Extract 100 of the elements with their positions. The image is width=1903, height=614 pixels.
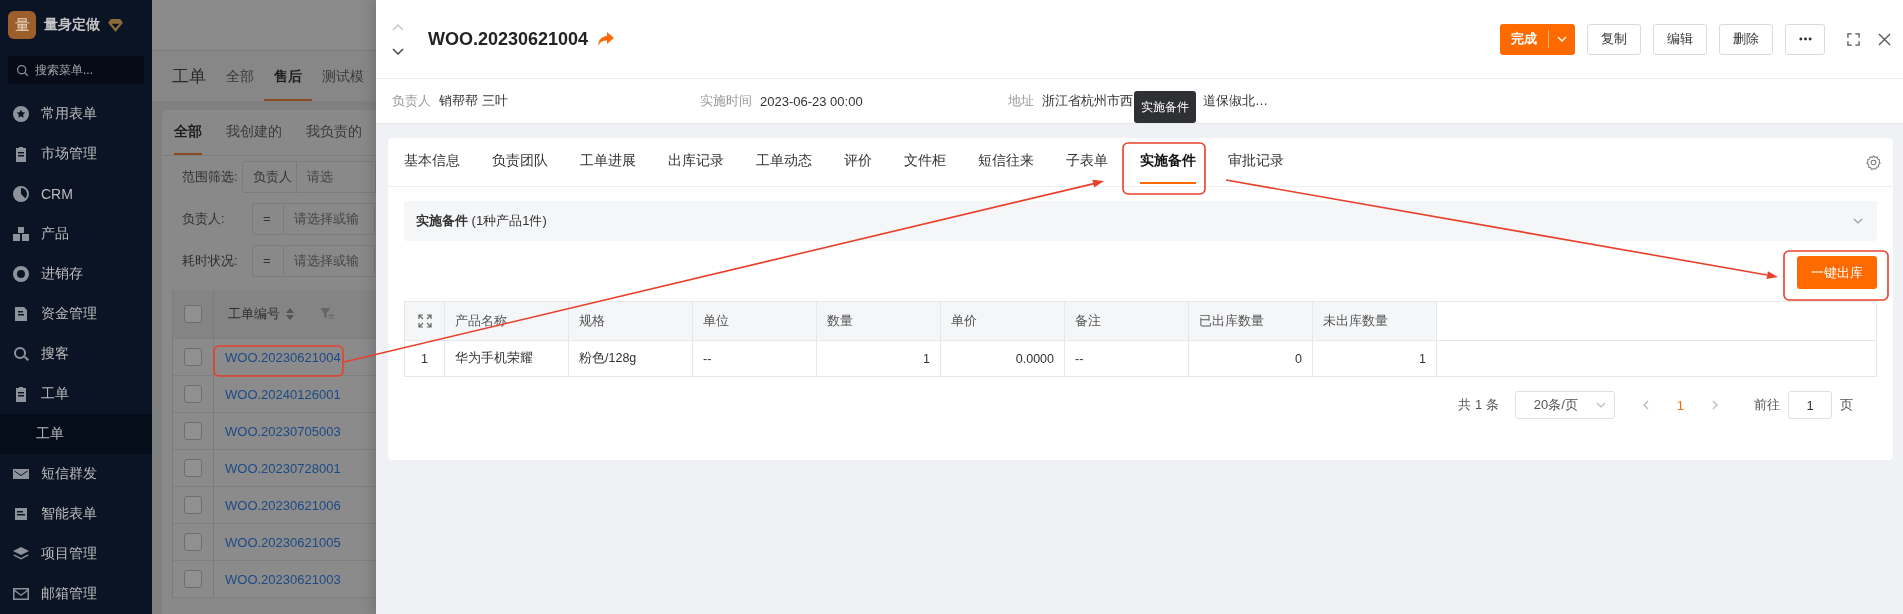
tab[interactable]: 售后 xyxy=(264,51,312,101)
tab[interactable]: 全部 xyxy=(174,110,202,155)
field-value: 浙江省杭州市西 xyxy=(1042,92,1133,110)
checkbox[interactable] xyxy=(184,570,202,588)
search-icon xyxy=(16,64,29,77)
menu-item[interactable]: 工单 xyxy=(0,374,152,414)
menu-item[interactable]: 智能表单 xyxy=(0,494,152,534)
clipboard-icon xyxy=(13,146,29,162)
chevron-down-icon[interactable] xyxy=(392,47,404,56)
checkbox[interactable] xyxy=(184,496,202,514)
menu-search-field[interactable]: 搜索菜单... xyxy=(8,56,144,84)
menu-item[interactable]: 市场管理 xyxy=(0,134,152,174)
total-count: 共 1 条 xyxy=(1458,396,1499,414)
brand-logo: 量 xyxy=(8,11,36,39)
caret-icon[interactable] xyxy=(1557,36,1567,42)
next-page-icon[interactable] xyxy=(1712,400,1718,410)
action-button[interactable]: 删除 xyxy=(1719,23,1773,55)
checkbox[interactable] xyxy=(184,305,202,323)
tooltip: 实施备件 xyxy=(1134,91,1196,123)
field-value: 销帮帮 三叶 xyxy=(439,92,508,110)
tab[interactable]: 子表单 xyxy=(1050,138,1124,186)
field-label: 地址 xyxy=(1008,92,1034,110)
menu-item[interactable]: CRM xyxy=(0,174,152,214)
tab[interactable]: 基本信息 xyxy=(388,138,476,186)
table-cell: -- xyxy=(1065,341,1189,376)
diamond-icon xyxy=(108,18,123,32)
page-jump-field[interactable]: 1 xyxy=(1788,391,1832,419)
page-title: 工单 xyxy=(172,65,206,88)
checkbox[interactable] xyxy=(184,533,202,551)
table-cell: 0.0000 xyxy=(941,341,1065,376)
tab[interactable]: 工单进展 xyxy=(564,138,652,186)
envelope-icon xyxy=(13,466,29,482)
form-icon xyxy=(13,506,29,522)
checkbox[interactable] xyxy=(184,459,202,477)
field-value: 2023-06-23 00:00 xyxy=(760,93,863,109)
brand-name: 量身定做 xyxy=(44,16,100,34)
fullscreen-icon[interactable] xyxy=(1847,32,1860,46)
order-title: WOO.20230621004 xyxy=(428,28,589,50)
operator-select[interactable]: 负责人 xyxy=(241,161,297,193)
more-button[interactable] xyxy=(1785,23,1825,55)
field-value: 道保俶北… xyxy=(1203,92,1268,110)
filter-label: 负责人: xyxy=(182,210,226,228)
layers-icon xyxy=(13,546,29,562)
field-label: 实施时间 xyxy=(700,92,752,110)
action-button[interactable]: 编辑 xyxy=(1653,23,1707,55)
tab[interactable]: 评价 xyxy=(828,138,888,186)
tab[interactable]: 文件柜 xyxy=(888,138,962,186)
money-icon xyxy=(13,306,29,322)
menu-item[interactable]: 进销存 xyxy=(0,254,152,294)
column-header: 规格 xyxy=(569,302,693,340)
chevron-up-icon[interactable] xyxy=(392,22,404,31)
menu-item[interactable]: 搜客 xyxy=(0,334,152,374)
ring-icon xyxy=(13,266,29,282)
checkbox[interactable] xyxy=(184,422,202,440)
filter-label: 耗时状况: xyxy=(182,252,239,270)
column-header: 未出库数量 xyxy=(1313,302,1437,340)
operator-select[interactable]: = xyxy=(252,203,284,235)
tab[interactable]: 工单动态 xyxy=(740,138,828,186)
tab[interactable]: 审批记录 xyxy=(1212,138,1300,186)
page-suffix: 页 xyxy=(1840,396,1853,414)
close-icon[interactable] xyxy=(1878,32,1891,46)
menu-item[interactable]: 资金管理 xyxy=(0,294,152,334)
sort-icon[interactable] xyxy=(286,308,294,320)
filter-icon[interactable] xyxy=(320,308,334,320)
boxes-icon xyxy=(13,226,29,242)
checkbox[interactable] xyxy=(184,348,202,366)
column-header: 备注 xyxy=(1065,302,1189,340)
menu-item[interactable]: 常用表单 xyxy=(0,94,152,134)
table-cell: 粉色/128g xyxy=(569,341,693,376)
jump-label: 前往 xyxy=(1754,396,1780,414)
tab[interactable]: 负责团队 xyxy=(476,138,564,186)
page-size-select[interactable]: 20条/页 xyxy=(1514,391,1615,419)
column-header: 产品名称 xyxy=(445,302,569,340)
more-icon xyxy=(1798,37,1812,41)
menu-item[interactable]: 短信群发 xyxy=(0,454,152,494)
share-arrow-icon[interactable] xyxy=(598,32,615,46)
previous-page-icon[interactable] xyxy=(1642,400,1649,410)
table-cell: 1 xyxy=(1313,341,1437,376)
action-button[interactable]: 复制 xyxy=(1587,23,1641,55)
panel-title: 实施备件 (1种产品1件) xyxy=(416,212,547,230)
search-icon xyxy=(13,346,29,362)
table-cell: 华为手机荣耀 xyxy=(445,341,569,376)
checkbox[interactable] xyxy=(184,385,202,403)
menu-item[interactable]: 项目管理 xyxy=(0,534,152,574)
table-cell: -- xyxy=(693,341,817,376)
clipboard-icon xyxy=(13,386,29,402)
star-icon xyxy=(13,106,29,122)
submenu-item[interactable]: 工单 xyxy=(0,414,152,454)
settings-icon[interactable] xyxy=(1866,154,1881,170)
table-cell: 0 xyxy=(1189,341,1313,376)
collapse-panel[interactable]: 实施备件 (1种产品1件) xyxy=(404,201,1877,241)
table-cell: 1 xyxy=(817,341,941,376)
tab[interactable]: 短信往来 xyxy=(962,138,1050,186)
menu-item[interactable]: 产品 xyxy=(0,214,152,254)
menu-item[interactable]: 邮箱管理 xyxy=(0,574,152,614)
operator-select[interactable]: = xyxy=(252,245,284,277)
expand-icon[interactable] xyxy=(417,314,432,328)
column-header: 单价 xyxy=(941,302,1065,340)
column-header[interactable]: 工单编号 xyxy=(214,305,280,323)
tab[interactable]: 出库记录 xyxy=(652,138,740,186)
